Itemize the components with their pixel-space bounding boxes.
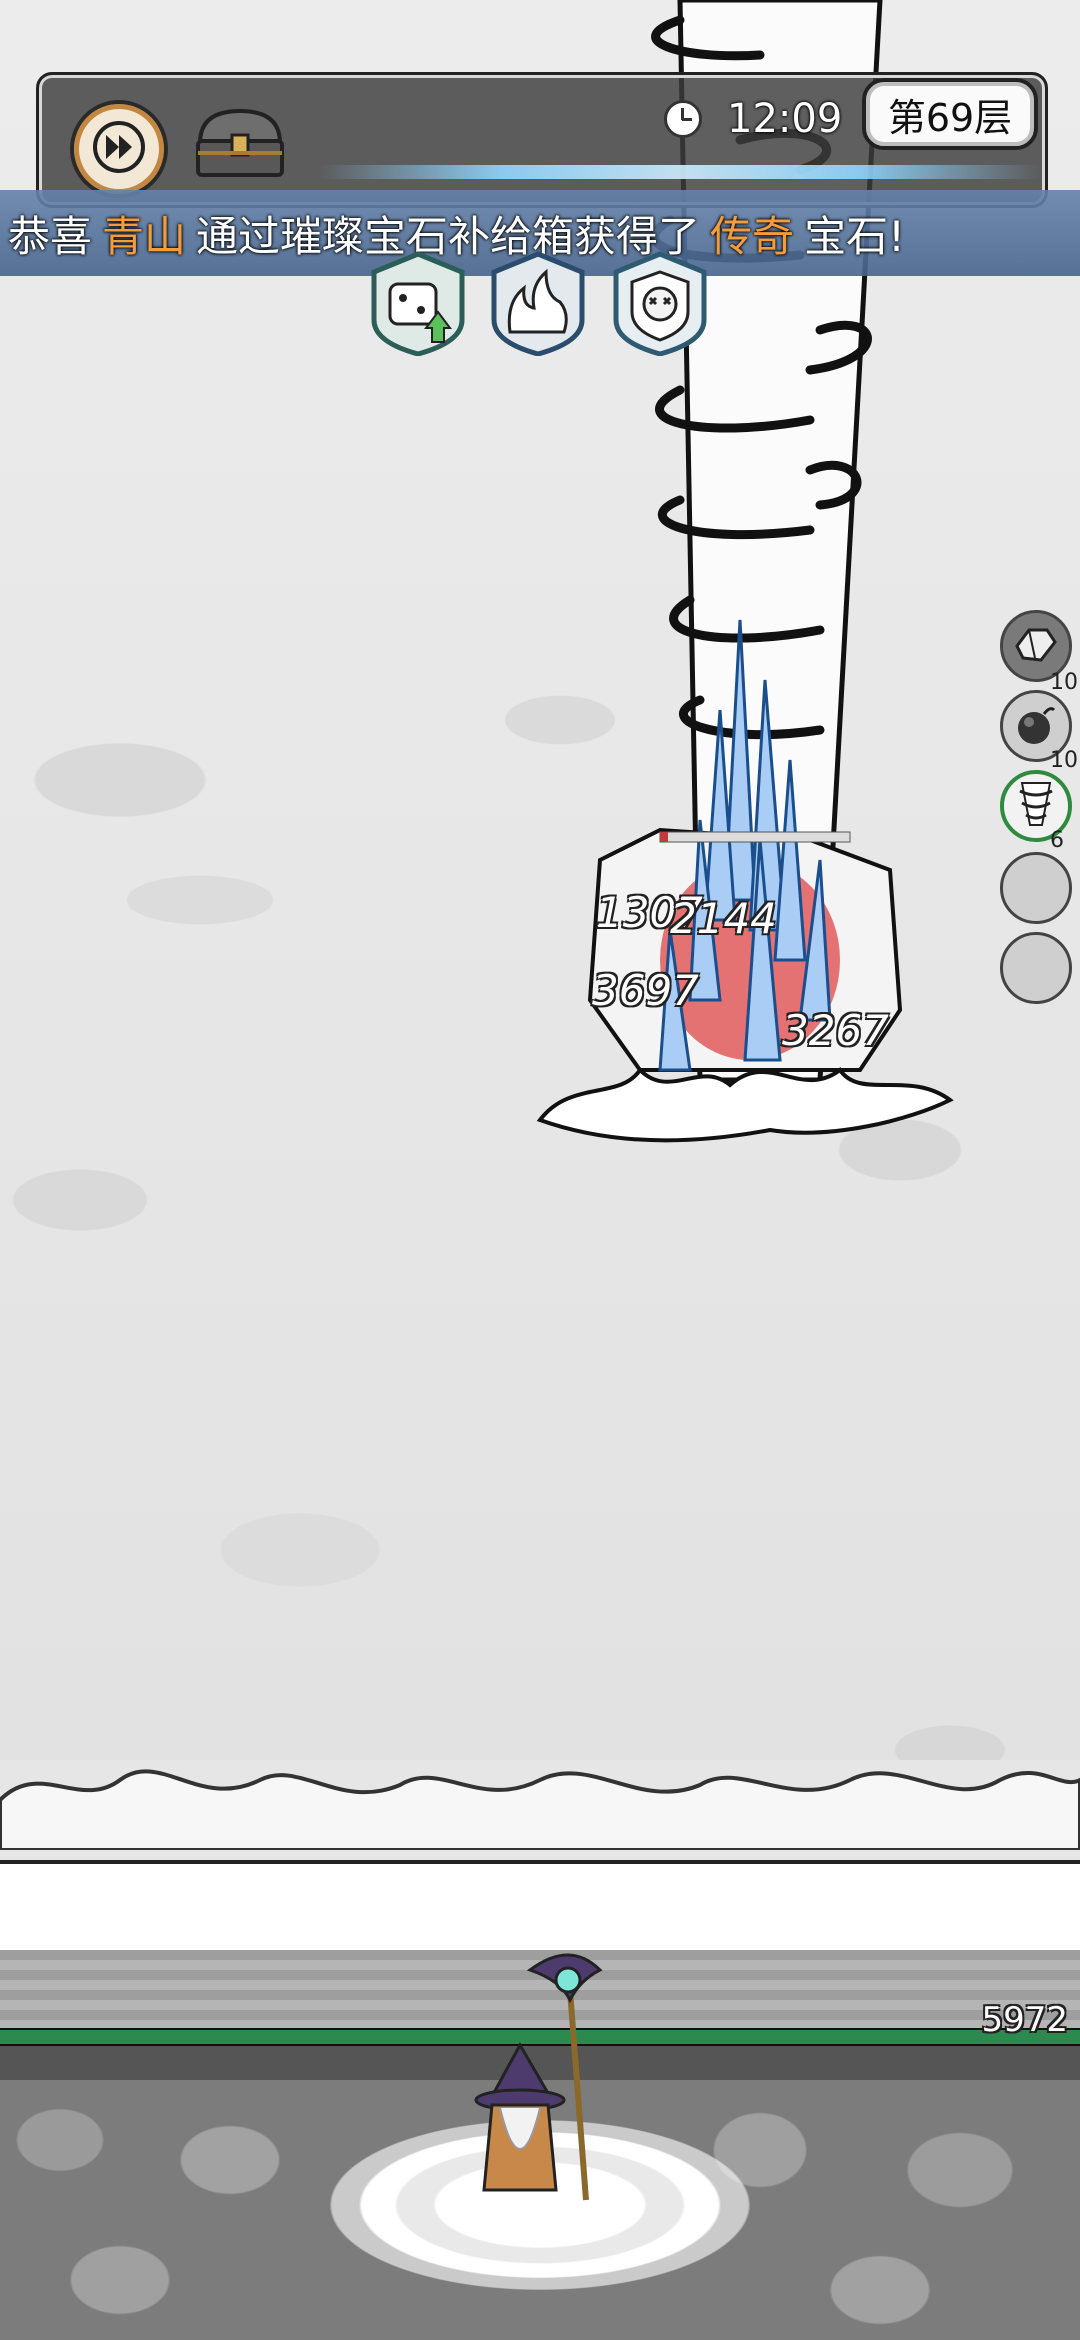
announcement-rarity: 传奇	[710, 211, 795, 261]
skill-slot-flame[interactable]	[488, 250, 588, 357]
skull-shield-skill-icon	[613, 251, 707, 357]
defense-wall	[0, 1860, 1080, 1958]
resource-count-tornado: 6	[1050, 828, 1064, 853]
wall-hp-value: 5972	[981, 2000, 1068, 2040]
enemy-boss-crystal-burst	[536, 619, 954, 1143]
resource-count-crystal: 10	[1050, 670, 1078, 695]
crystal-icon	[1013, 624, 1059, 668]
hud-lightning-glow	[320, 165, 1040, 179]
damage-number: 2144	[670, 894, 777, 943]
damage-number: 3267	[782, 1006, 889, 1055]
fast-forward-icon	[92, 120, 146, 178]
resource-slot-empty[interactable]	[1000, 852, 1072, 924]
announcement-player-name: 青山	[102, 211, 187, 261]
treasure-chest-button[interactable]	[190, 105, 290, 185]
wall-foam-splash	[0, 1769, 1080, 1850]
resource-slot-empty[interactable]	[1000, 932, 1072, 1004]
tornado-icon	[1016, 777, 1056, 835]
resource-count-bomb: 10	[1050, 748, 1078, 773]
skill-slot-skull-shield[interactable]	[610, 250, 710, 357]
skill-slot-dice-upgrade[interactable]	[368, 250, 468, 357]
wizard-player-character	[474, 1953, 603, 2201]
treasure-chest-icon	[190, 103, 290, 187]
damage-number: 3697	[592, 966, 699, 1015]
fast-forward-button[interactable]	[70, 100, 168, 198]
announcement-suffix: 宝石!	[804, 211, 905, 261]
bomb-icon	[1012, 700, 1060, 752]
game-timer: 12:09	[727, 96, 843, 142]
flame-skill-icon	[491, 251, 585, 357]
announcement-prefix: 恭喜	[8, 211, 93, 261]
dice-upgrade-skill-icon	[371, 251, 465, 357]
floor-level-badge: 第69层	[862, 78, 1038, 150]
clock-icon	[664, 100, 702, 138]
